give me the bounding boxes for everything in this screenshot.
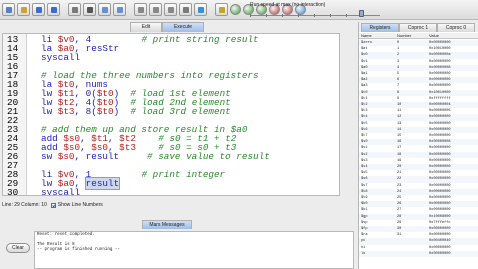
undo-icon[interactable] [98, 3, 111, 16]
paste-icon[interactable] [164, 3, 177, 16]
message-tabs: Mars Messages [0, 220, 358, 229]
run-speed-control: Run speed at max (no interaction) [250, 2, 380, 17]
redo-icon-glyph [117, 7, 123, 13]
copy-icon[interactable] [149, 3, 162, 16]
save-all-icon[interactable] [47, 3, 60, 16]
cut-icon[interactable] [134, 3, 147, 16]
assemble-icon-glyph [219, 7, 225, 13]
open-icon[interactable] [17, 3, 30, 16]
find-icon-glyph [183, 7, 189, 13]
tab-coproc-1[interactable]: Coproc 1 [399, 23, 437, 32]
column-value[interactable]: Value [429, 33, 439, 39]
run-speed-slider[interactable] [250, 10, 380, 17]
paste-icon-glyph [168, 7, 174, 13]
cursor-position: Line: 29 Column: 10 [2, 202, 47, 208]
tab-mars-messages[interactable]: Mars Messages [142, 220, 192, 229]
save-icon[interactable] [32, 3, 45, 16]
dump-icon[interactable] [68, 3, 81, 16]
editor-tabs: Edit Execute [0, 22, 358, 32]
help-icon[interactable] [194, 3, 207, 16]
run-icon[interactable] [230, 4, 241, 15]
undo-icon-glyph [102, 7, 108, 13]
toolbar: Run speed at max (no interaction) [0, 0, 478, 20]
editor-status-bar: Line: 29 Column: 10 Show Line Numbers [2, 200, 340, 210]
line-number: 30 [7, 187, 19, 196]
register-tabs: Registers Coproc 1 Coproc 0 [359, 22, 478, 32]
redo-icon[interactable] [113, 3, 126, 16]
register-table-header: Name Number Value [359, 33, 478, 39]
print-icon-glyph [87, 7, 93, 13]
dump-icon-glyph [72, 7, 78, 13]
find-icon[interactable] [179, 3, 192, 16]
messages-panel: Clear Reset: reset completed. The Result… [0, 229, 356, 269]
tab-edit[interactable]: Edit [130, 22, 162, 32]
show-line-numbers-checkbox[interactable] [50, 202, 56, 208]
register-name: lo [361, 251, 366, 256]
code-line[interactable]: 30 syscall [3, 187, 339, 196]
code-editor[interactable]: 13 li $v0, 4 # print string result 14 la $a… [2, 33, 340, 196]
cut-icon-glyph [138, 7, 144, 13]
code-text[interactable]: syscall [41, 188, 80, 195]
tab-registers[interactable]: Registers [361, 23, 399, 32]
clear-button[interactable]: Clear [6, 243, 30, 253]
tab-coproc-0[interactable]: Coproc 0 [437, 23, 475, 32]
registers-panel: Registers Coproc 1 Coproc 0 Name Number … [358, 22, 478, 269]
tab-execute[interactable]: Execute [162, 22, 204, 32]
column-name[interactable]: Name [361, 33, 372, 39]
save-icon-glyph [36, 7, 42, 13]
new-file-icon[interactable] [2, 3, 15, 16]
open-icon-glyph [21, 7, 27, 13]
print-icon[interactable] [83, 3, 96, 16]
register-row[interactable]: lo 0x00000000 [359, 250, 478, 257]
assemble-icon[interactable] [215, 3, 228, 16]
show-line-numbers-label: Show Line Numbers [57, 202, 103, 208]
help-icon-glyph [198, 7, 204, 13]
copy-icon-glyph [153, 7, 159, 13]
column-number[interactable]: Number [397, 33, 411, 39]
run-speed-label: Run speed at max (no interaction) [250, 2, 326, 8]
register-value: 0x00000000 [429, 251, 451, 256]
slider-thumb[interactable] [359, 10, 364, 17]
save-all-icon-glyph [51, 7, 57, 13]
messages-output[interactable]: Reset: reset completed. The Result is 8 … [34, 231, 354, 269]
new-file-icon-glyph [6, 7, 12, 13]
